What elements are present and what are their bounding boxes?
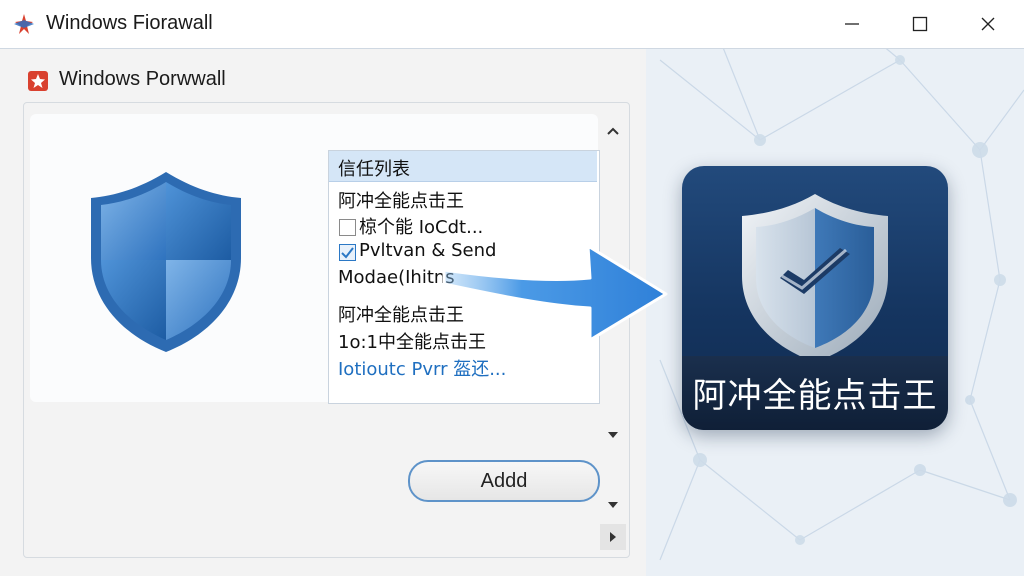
triangle-right-icon: [610, 532, 616, 542]
scroll-down-button-lower[interactable]: [600, 492, 626, 518]
list-item[interactable]: 椋个能 IoCdt...: [359, 213, 483, 239]
maximize-icon: [912, 16, 928, 32]
scroll-down-button[interactable]: [600, 422, 626, 448]
window-title: Windows Fiorawall: [46, 12, 213, 34]
minimize-button[interactable]: [826, 0, 878, 48]
shield-check-icon: [742, 194, 888, 362]
tile-label: 阿冲全能点击王: [692, 376, 938, 416]
minimize-icon: [845, 23, 859, 25]
list-item[interactable]: 阿冲全能点击王: [338, 187, 464, 213]
title-bar: Windows Fiorawall: [0, 0, 1024, 49]
trust-list-header: 信任列表: [329, 151, 597, 182]
maximize-button[interactable]: [894, 0, 946, 48]
list-item[interactable]: Modae(Ihitns: [338, 267, 455, 288]
chevron-up-icon: [607, 127, 619, 135]
list-item-link[interactable]: Iotioutc Pvrr 盔还...: [338, 355, 506, 381]
arrow-right-icon: [442, 244, 668, 342]
firewall-app-icon: [14, 14, 34, 34]
checkmark-icon: [341, 247, 354, 259]
trust-list-title: 信任列表: [338, 159, 410, 180]
triangle-down-icon: [608, 502, 618, 508]
checkbox-checked[interactable]: [339, 244, 356, 261]
app-tile[interactable]: 阿冲全能点击王: [682, 166, 948, 430]
close-button[interactable]: [962, 0, 1014, 48]
checkbox-unchecked[interactable]: [339, 219, 356, 236]
add-button[interactable]: Addd: [408, 460, 600, 502]
panel-subheader: Windows Porwwall: [59, 68, 226, 90]
shield-icon: [91, 172, 241, 352]
firewall-small-icon: [28, 71, 48, 91]
close-icon: [981, 17, 995, 31]
scroll-right-button[interactable]: [600, 524, 626, 550]
triangle-down-icon: [608, 432, 618, 438]
scroll-up-button[interactable]: [600, 118, 626, 144]
